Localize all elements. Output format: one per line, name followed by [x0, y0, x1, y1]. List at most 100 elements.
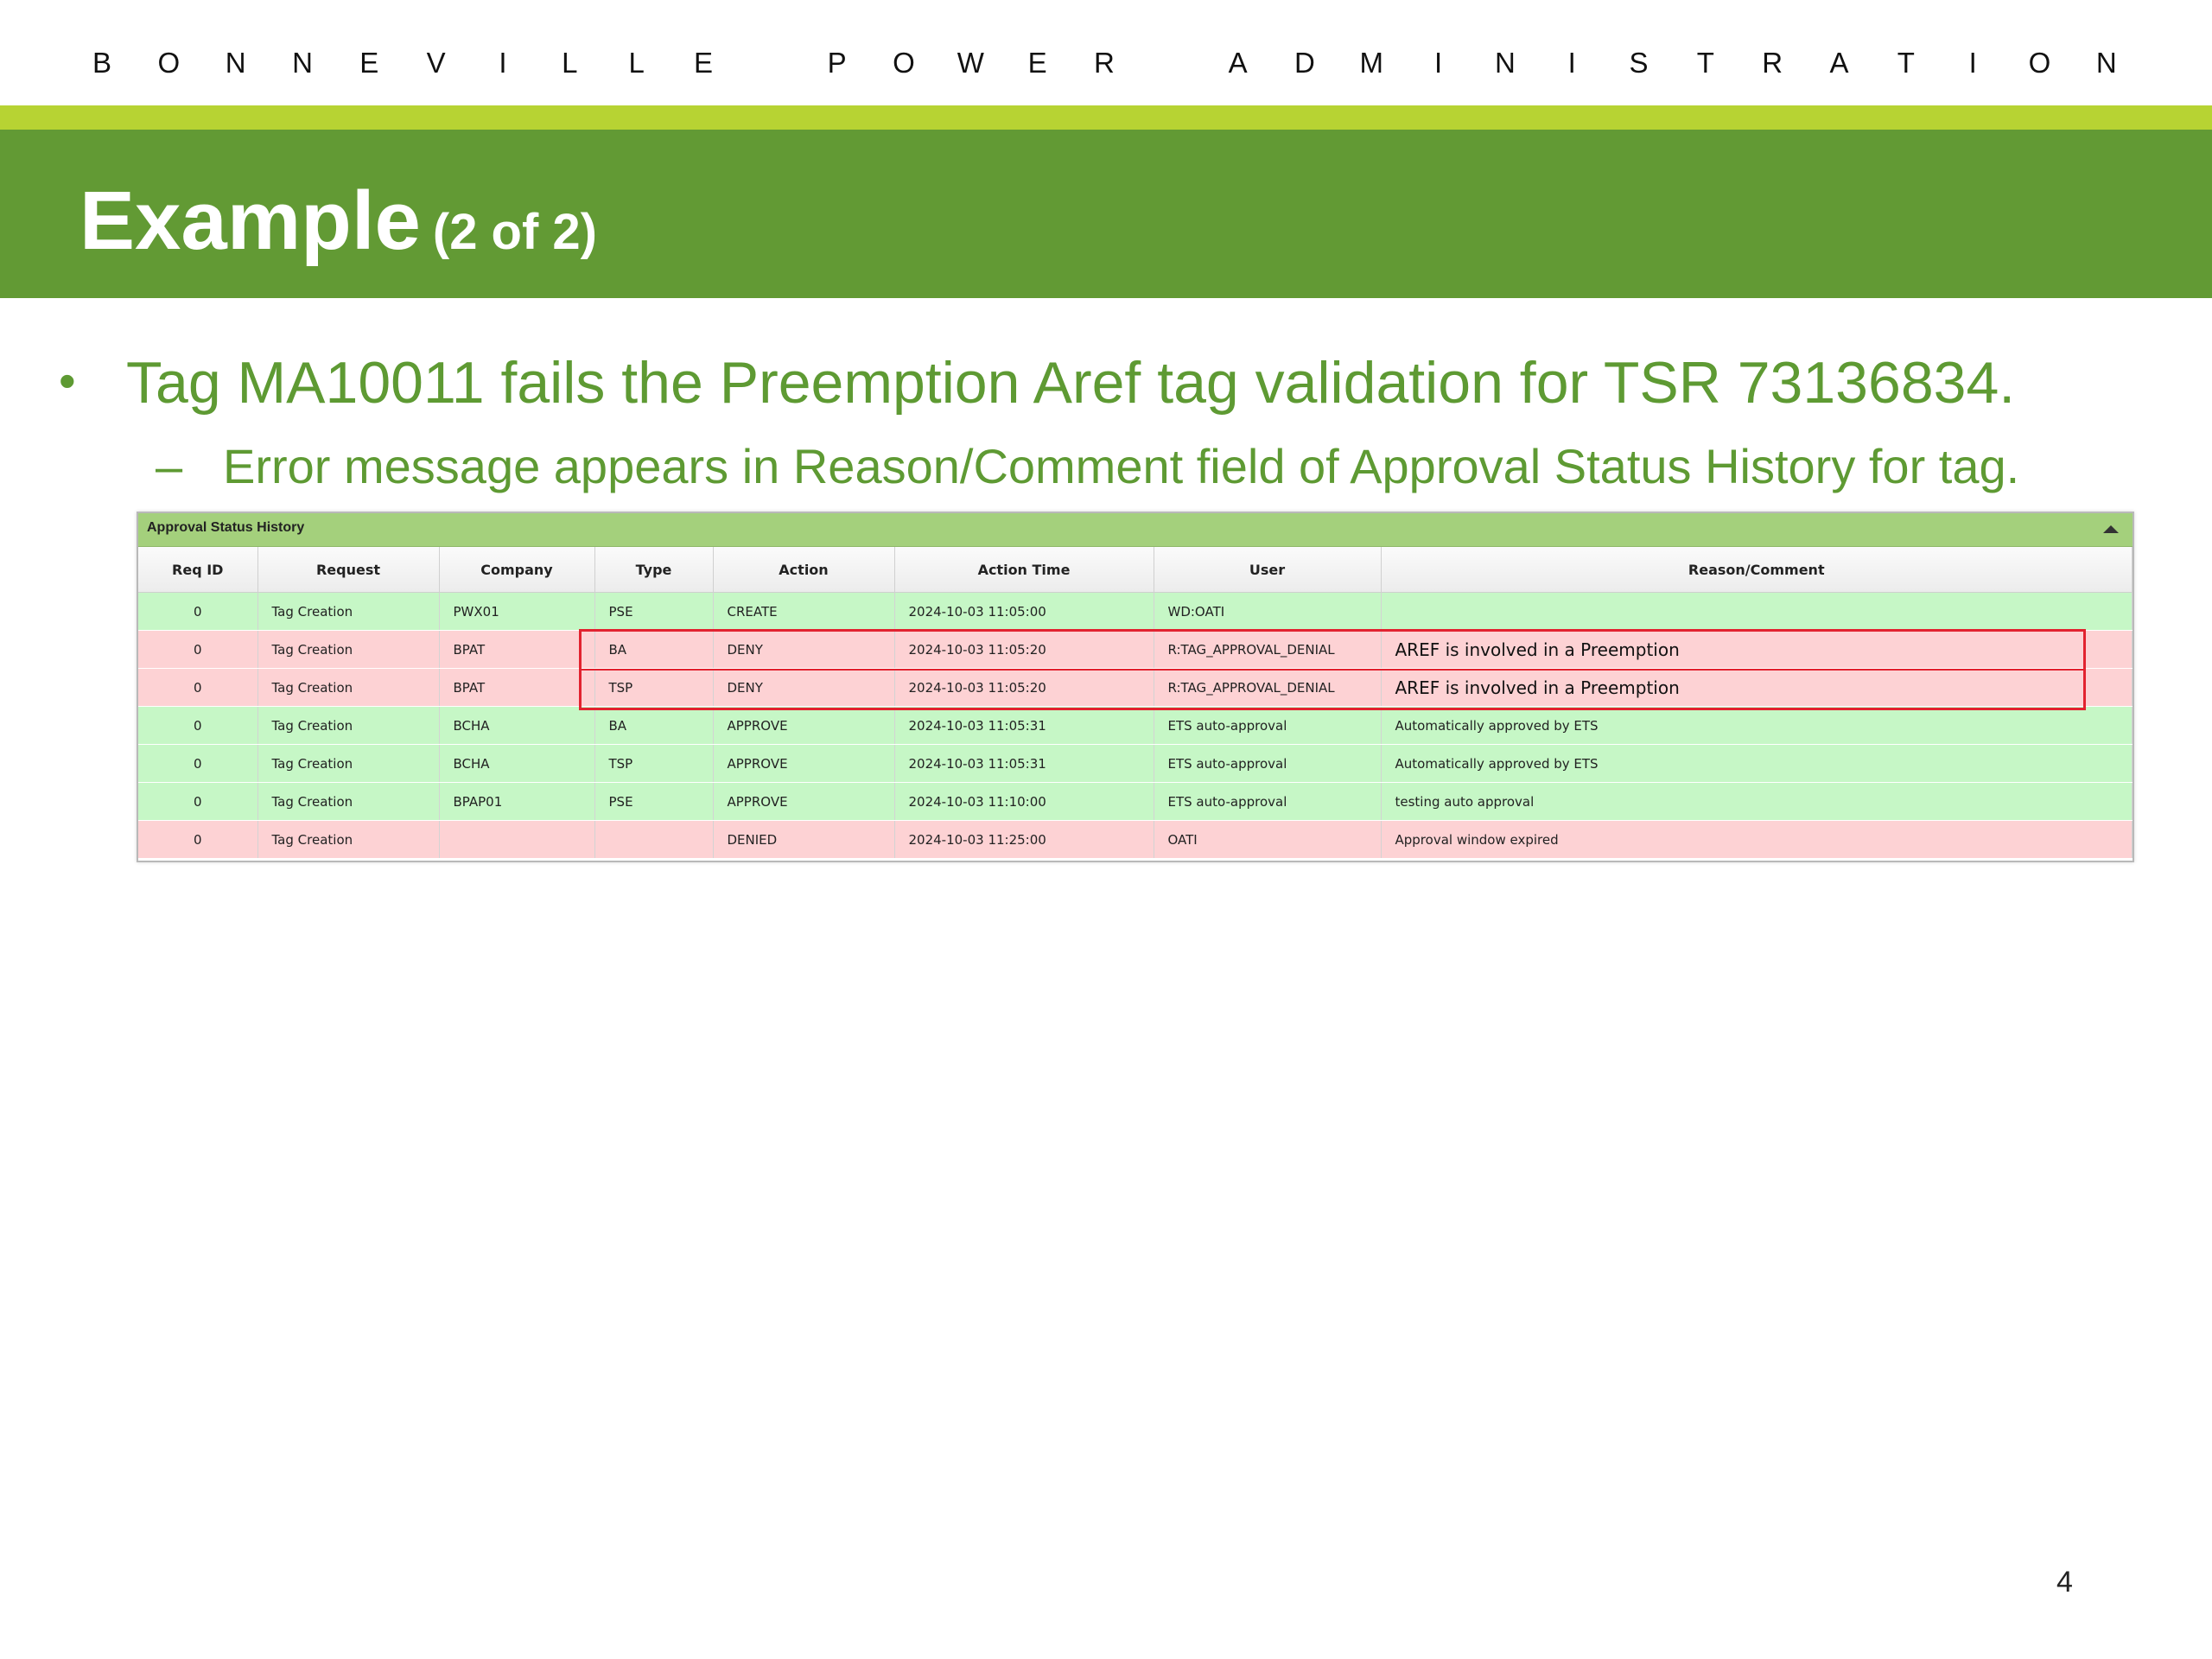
- org-letter: B: [92, 47, 111, 79]
- table-cell: DENIED: [713, 820, 895, 859]
- table-row[interactable]: 0 Tag Creation BPAT BA DENY 2024-10-03 11:05:…: [138, 630, 2133, 669]
- org-letter: I: [1968, 47, 1977, 79]
- table-row[interactable]: 0 Tag Creation BPAP01 PSE APPROVE 2024-10-03 …: [138, 782, 2133, 821]
- table-cell: [1381, 592, 2133, 631]
- table-cell: PWX01: [439, 592, 595, 631]
- org-letter: E: [359, 47, 379, 79]
- table-cell: APPROVE: [713, 782, 895, 821]
- table-cell: R:TAG_APPROVAL_DENIAL: [1154, 630, 1382, 669]
- table-cell: ETS auto-approval: [1154, 782, 1382, 821]
- table-cell: BCHA: [439, 706, 595, 745]
- table-cell: APPROVE: [713, 706, 895, 745]
- table-cell: 0: [138, 706, 258, 745]
- org-letter: N: [292, 47, 313, 79]
- org-letter: E: [1027, 47, 1047, 79]
- table-row[interactable]: 0 Tag Creation BCHA TSP APPROVE 2024-10-03 11…: [138, 744, 2133, 783]
- table-cell: BA: [594, 630, 714, 669]
- table-cell: 2024-10-03 11:05:20: [894, 668, 1154, 707]
- org-letter: M: [1359, 47, 1383, 79]
- org-letter: D: [1294, 47, 1315, 79]
- org-letter: N: [1494, 47, 1516, 79]
- table-cell: BA: [594, 706, 714, 745]
- table-row[interactable]: 0 Tag Creation DENIED 2024-10-03 11:25:00 OA…: [138, 820, 2133, 859]
- org-letter: O: [893, 47, 915, 79]
- page-number: 4: [2056, 1566, 2073, 1599]
- table-cell: DENY: [713, 630, 895, 669]
- org-letter: W: [957, 47, 984, 79]
- slide-title-suffix: (2 of 2): [432, 204, 597, 260]
- org-letter: A: [1829, 47, 1849, 79]
- bullet-dot-icon: •: [59, 353, 76, 408]
- table-cell: BPAT: [439, 668, 595, 707]
- collapse-caret-icon[interactable]: [2103, 525, 2119, 533]
- table-cell: 0: [138, 630, 258, 669]
- table-cell: Tag Creation: [257, 706, 440, 745]
- org-letter: I: [1567, 47, 1576, 79]
- org-letter: L: [628, 47, 645, 79]
- table-cell: DENY: [713, 668, 895, 707]
- bullet-1-text: Tag MA10011 fails the Preemption Aref ta…: [126, 350, 2016, 416]
- org-letter: V: [426, 47, 446, 79]
- table-cell: AREF is involved in a Preemption: [1381, 668, 2133, 707]
- column-header[interactable]: Type: [594, 547, 714, 593]
- bullet-point-2: – Error message appears in Reason/Comment…: [156, 436, 2019, 497]
- column-header[interactable]: Action: [713, 547, 895, 593]
- table-body: 0 Tag Creation PWX01 PSE CREATE 2024-10-03 11…: [138, 592, 2133, 859]
- org-letter: I: [1433, 47, 1443, 79]
- table-row[interactable]: 0 Tag Creation BCHA BA APPROVE 2024-10-03 11:…: [138, 706, 2133, 745]
- org-letter: R: [1094, 47, 1115, 79]
- table-cell: BPAP01: [439, 782, 595, 821]
- bullet-2-text: Error message appears in Reason/Comment …: [223, 439, 2020, 493]
- column-header[interactable]: Req ID: [138, 547, 258, 593]
- org-letter: T: [1897, 47, 1915, 79]
- table-cell: BPAT: [439, 630, 595, 669]
- slide-title-main: Example: [79, 175, 421, 267]
- table-cell: [439, 820, 595, 859]
- org-letter: [753, 41, 787, 85]
- table-cell: TSP: [594, 744, 714, 783]
- table-cell: 2024-10-03 11:10:00: [894, 782, 1154, 821]
- column-header[interactable]: Company: [439, 547, 595, 593]
- table-cell: OATI: [1154, 820, 1382, 859]
- table-cell: testing auto approval: [1381, 782, 2133, 821]
- org-letter: O: [2028, 47, 2051, 79]
- table-cell: 2024-10-03 11:05:31: [894, 744, 1154, 783]
- table-cell: Tag Creation: [257, 592, 440, 631]
- table-row[interactable]: 0 Tag Creation BPAT TSP DENY 2024-10-03 11:05…: [138, 668, 2133, 707]
- org-letter: N: [225, 47, 246, 79]
- org-letter: A: [1228, 47, 1248, 79]
- table-cell: BCHA: [439, 744, 595, 783]
- column-header[interactable]: Action Time: [894, 547, 1154, 593]
- accent-bar: [0, 105, 2212, 130]
- org-letter: [1154, 41, 1188, 85]
- panel-title: Approval Status History: [147, 520, 305, 535]
- org-letter: E: [693, 47, 713, 79]
- panel-header[interactable]: Approval Status History: [138, 513, 2133, 547]
- table-cell: [594, 820, 714, 859]
- table-cell: Approval window expired: [1381, 820, 2133, 859]
- table-cell: APPROVE: [713, 744, 895, 783]
- org-letter: T: [1696, 47, 1714, 79]
- table-cell: 2024-10-03 11:05:31: [894, 706, 1154, 745]
- column-header[interactable]: Request: [257, 547, 440, 593]
- org-letter: P: [827, 47, 847, 79]
- table-cell: Tag Creation: [257, 668, 440, 707]
- table-cell: 0: [138, 782, 258, 821]
- column-header[interactable]: Reason/Comment: [1381, 547, 2133, 593]
- table-row[interactable]: 0 Tag Creation PWX01 PSE CREATE 2024-10-03 11…: [138, 592, 2133, 631]
- table-cell: Tag Creation: [257, 782, 440, 821]
- table-cell: ETS auto-approval: [1154, 744, 1382, 783]
- org-letter: R: [1762, 47, 1783, 79]
- column-header[interactable]: User: [1154, 547, 1382, 593]
- table-cell: 0: [138, 668, 258, 707]
- org-letter: L: [562, 47, 578, 79]
- table-cell: Automatically approved by ETS: [1381, 706, 2133, 745]
- table-cell: 2024-10-03 11:05:20: [894, 630, 1154, 669]
- organization-name: BONNEVILLEPOWERADMINISTRATION: [85, 41, 2124, 85]
- org-letter: I: [499, 47, 507, 79]
- table-cell: 0: [138, 592, 258, 631]
- table-cell: Tag Creation: [257, 630, 440, 669]
- approval-history-table: Req ID Request Company Type Action Action Tim…: [138, 547, 2133, 859]
- approval-status-history-panel: Approval Status History Req ID Request Com…: [137, 512, 2134, 862]
- table-header-row: Req ID Request Company Type Action Action Tim…: [138, 547, 2133, 593]
